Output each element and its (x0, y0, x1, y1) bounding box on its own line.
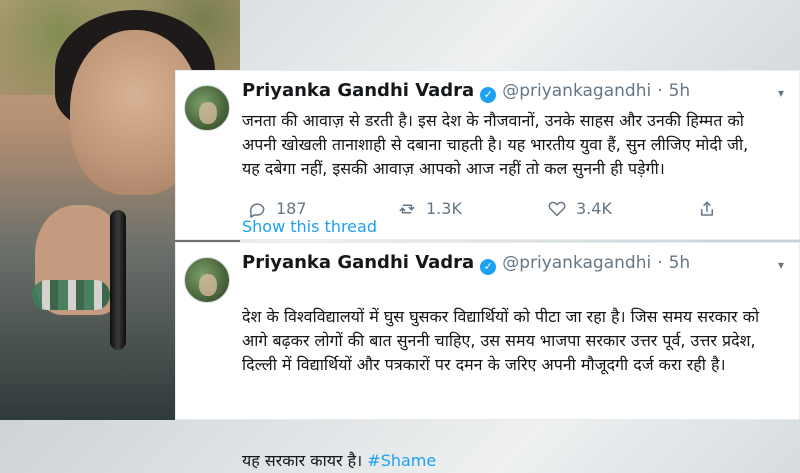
verified-icon: ✓ (480, 259, 497, 275)
share-action[interactable] (698, 200, 738, 218)
hashtag-link[interactable]: #Shame (367, 451, 436, 470)
tweet-header: Priyanka Gandhi Vadra ✓ @priyankagandhi … (242, 251, 789, 275)
like-action[interactable]: 3.4K (548, 199, 698, 218)
microphone (110, 210, 126, 350)
tweet-content: Priyanka Gandhi Vadra ✓ @priyankagandhi … (242, 79, 789, 218)
reply-icon (248, 200, 266, 218)
separator-dot: · (657, 253, 663, 273)
retweet-action[interactable]: 1.3K (398, 199, 548, 218)
display-name[interactable]: Priyanka Gandhi Vadra (242, 79, 474, 103)
timestamp[interactable]: 5h (669, 79, 691, 103)
tweet-content: Priyanka Gandhi Vadra ✓ @priyankagandhi … (242, 251, 789, 473)
timestamp[interactable]: 5h (669, 251, 691, 275)
show-thread-link[interactable]: Show this thread (242, 217, 377, 236)
retweet-count: 1.3K (426, 199, 462, 218)
tweet-text-main: देश के विश्वविद्यालयों में घुस घुसकर विद… (242, 307, 760, 374)
like-count: 3.4K (576, 199, 612, 218)
tweet-header: Priyanka Gandhi Vadra ✓ @priyankagandhi … (242, 79, 789, 103)
bangles (32, 280, 110, 310)
handle[interactable]: @priyankagandhi (502, 79, 651, 103)
tweet-text: देश के विश्वविद्यालयों में घुस घुसकर विद… (242, 281, 789, 473)
like-heart-icon (548, 200, 566, 218)
avatar[interactable] (184, 85, 230, 131)
display-name[interactable]: Priyanka Gandhi Vadra (242, 251, 474, 275)
tweet-card-2[interactable]: ▾ Priyanka Gandhi Vadra ✓ @priyankagandh… (175, 242, 800, 470)
reply-action[interactable]: 187 (248, 199, 398, 218)
tweet-actions: 187 1.3K 3.4K (248, 199, 789, 218)
tweet-card-1[interactable]: ▾ Priyanka Gandhi Vadra ✓ @priyankagandh… (175, 70, 800, 240)
reply-count: 187 (276, 199, 307, 218)
tweet-text: जनता की आवाज़ से डरती है। इस देश के नौजव… (242, 111, 749, 178)
share-icon (698, 200, 716, 218)
separator-dot: · (657, 81, 663, 101)
verified-icon: ✓ (480, 87, 497, 103)
handle[interactable]: @priyankagandhi (502, 251, 651, 275)
avatar[interactable] (184, 257, 230, 303)
retweet-icon (398, 200, 416, 218)
tweet-text-end: यह सरकार कायर है। (242, 451, 368, 470)
